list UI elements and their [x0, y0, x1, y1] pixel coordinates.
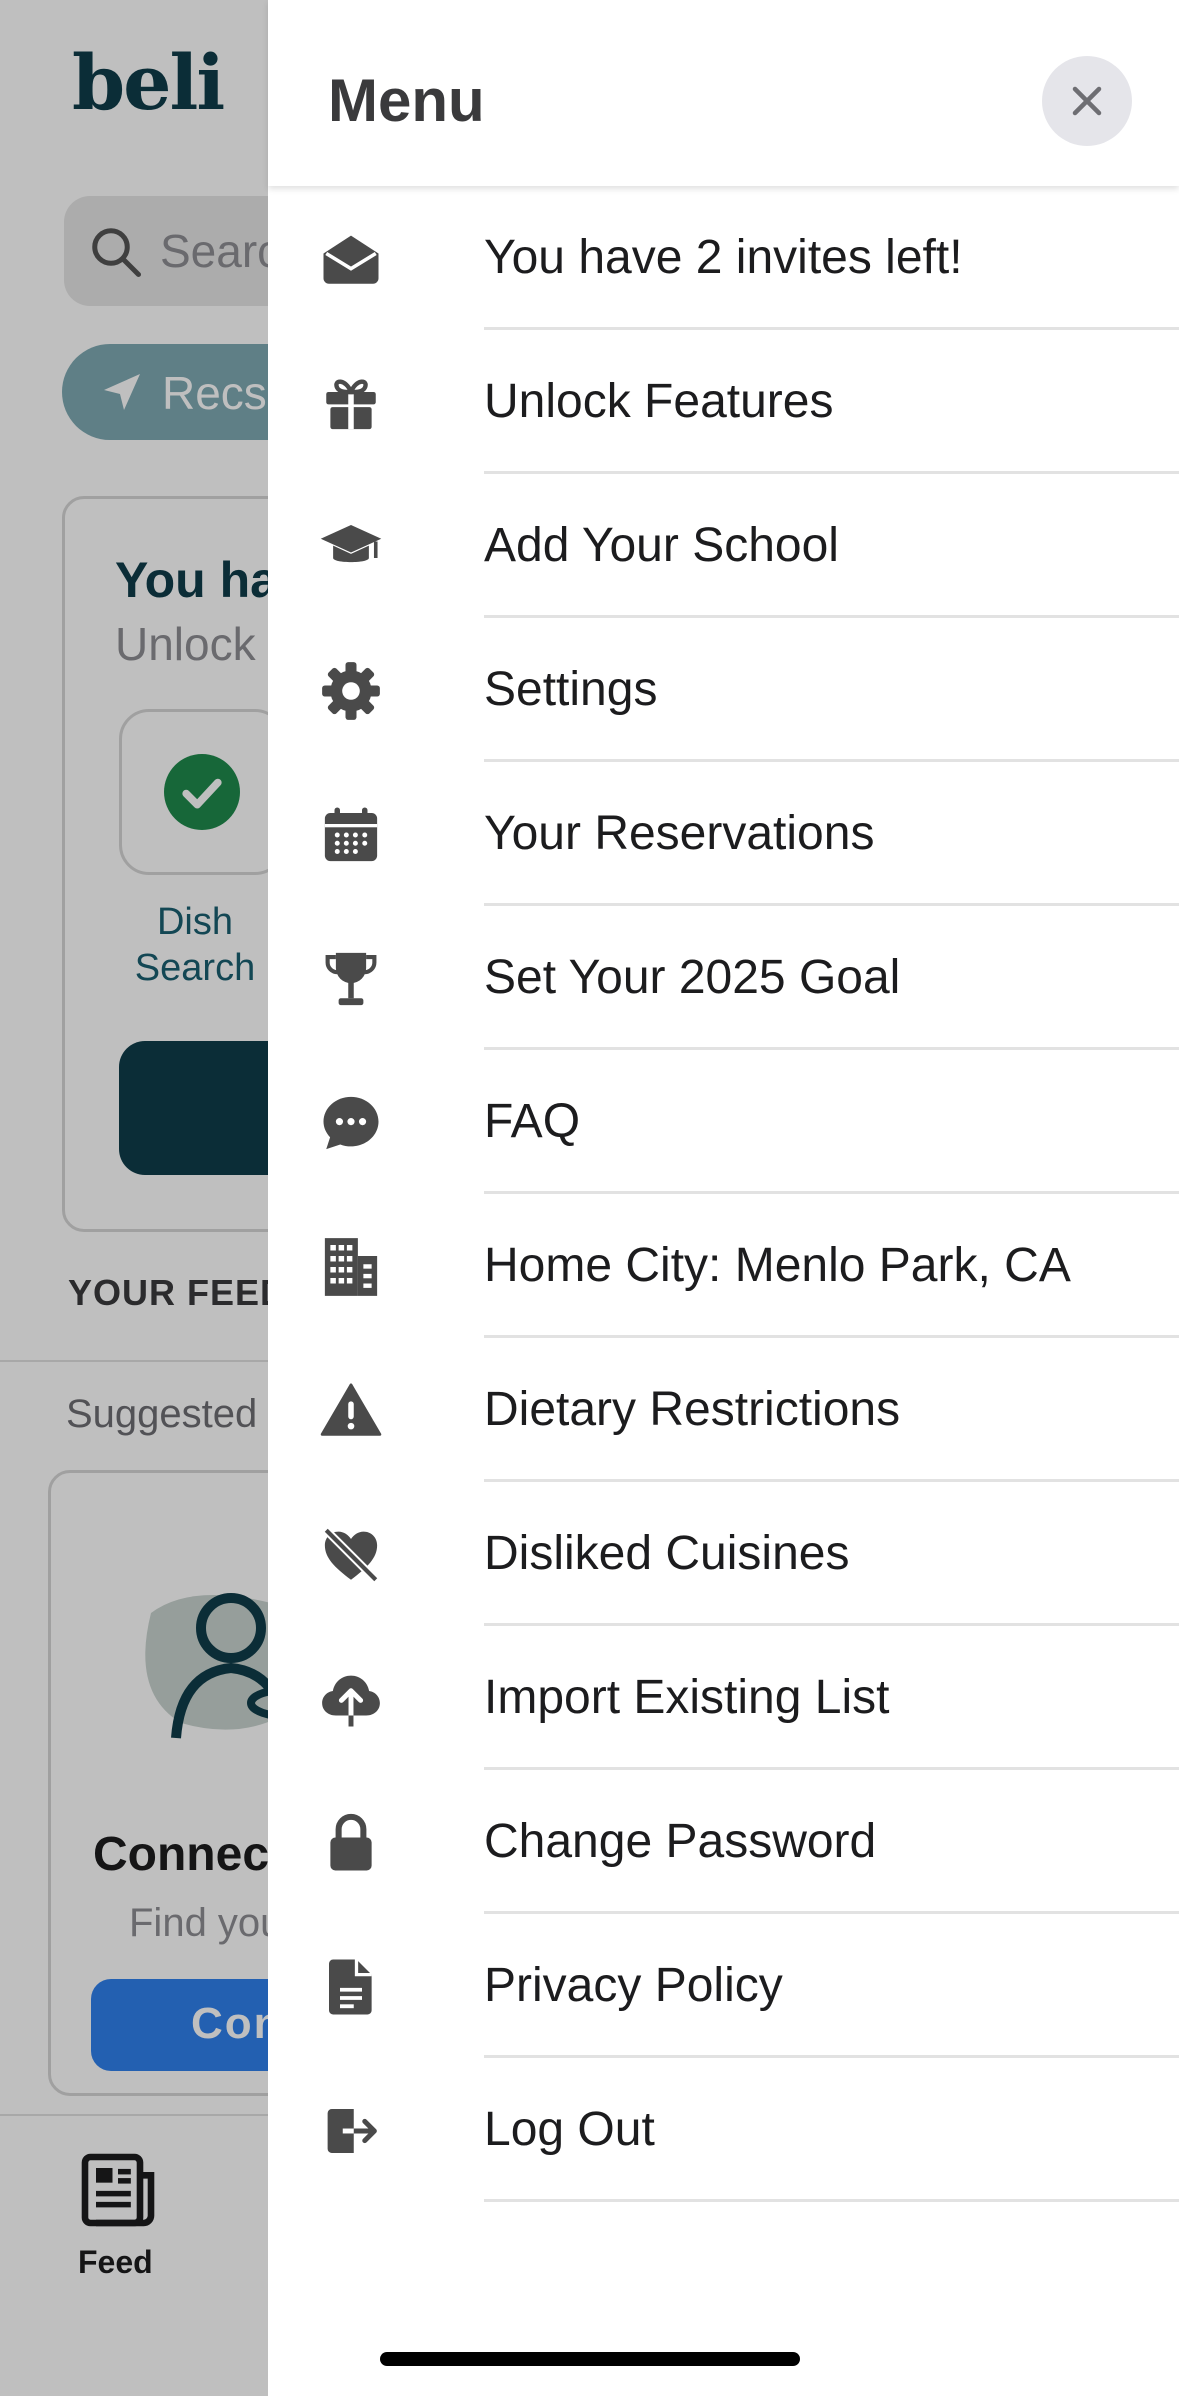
menu-item-label: Log Out — [484, 2103, 655, 2156]
cloud-upload-icon — [318, 1666, 384, 1732]
menu-divider — [484, 2199, 1179, 2202]
menu-item-label: Dietary Restrictions — [484, 1383, 901, 1436]
menu-item-disliked-cuisines[interactable]: Disliked Cuisines — [268, 1482, 1179, 1626]
calendar-icon — [318, 802, 384, 868]
menu-item-label: Your Reservations — [484, 807, 875, 860]
menu-item-label: Settings — [484, 663, 658, 716]
menu-item-label: Privacy Policy — [484, 1959, 783, 2012]
menu-item-label: Unlock Features — [484, 375, 834, 428]
drawer-title: Menu — [328, 67, 485, 134]
menu-item-label: You have 2 invites left! — [484, 231, 963, 284]
document-icon — [318, 1954, 384, 2020]
menu-item-dietary-restrictions[interactable]: Dietary Restrictions — [268, 1338, 1179, 1482]
menu-item-label: Import Existing List — [484, 1671, 890, 1724]
menu-item-import-list[interactable]: Import Existing List — [268, 1626, 1179, 1770]
close-button[interactable] — [1042, 56, 1132, 146]
menu-item-label: FAQ — [484, 1095, 581, 1148]
menu-item-reservations[interactable]: Your Reservations — [268, 762, 1179, 906]
logout-icon — [318, 2098, 384, 2164]
graduation-cap-icon — [318, 514, 384, 580]
building-icon — [318, 1234, 384, 1300]
menu-item-home-city[interactable]: Home City: Menlo Park, CA — [268, 1194, 1179, 1338]
menu-item-settings[interactable]: Settings — [268, 618, 1179, 762]
lock-icon — [318, 1810, 384, 1876]
heart-slash-icon — [318, 1522, 384, 1588]
gift-icon — [318, 370, 384, 436]
menu-item-faq[interactable]: FAQ — [268, 1050, 1179, 1194]
drawer-header: Menu — [268, 0, 1179, 186]
close-icon — [1072, 86, 1102, 116]
menu-item-label: Home City: Menlo Park, CA — [484, 1239, 1071, 1292]
menu-item-change-password[interactable]: Change Password — [268, 1770, 1179, 1914]
warning-icon — [318, 1378, 384, 1444]
menu-item-unlock-features[interactable]: Unlock Features — [268, 330, 1179, 474]
chat-bubble-icon — [318, 1090, 384, 1156]
menu-item-privacy-policy[interactable]: Privacy Policy — [268, 1914, 1179, 2058]
menu-item-label: Set Your 2025 Goal — [484, 951, 901, 1004]
gear-icon — [318, 658, 384, 724]
menu-item-label: Disliked Cuisines — [484, 1527, 850, 1580]
envelope-open-icon — [318, 226, 384, 292]
menu-item-set-goal[interactable]: Set Your 2025 Goal — [268, 906, 1179, 1050]
trophy-icon — [318, 946, 384, 1012]
menu-list: You have 2 invites left! Unlock Features… — [268, 186, 1179, 2202]
menu-item-log-out[interactable]: Log Out — [268, 2058, 1179, 2202]
menu-item-add-school[interactable]: Add Your School — [268, 474, 1179, 618]
menu-item-label: Change Password — [484, 1815, 877, 1868]
menu-drawer: Menu You have 2 invites left! Unlock Fea… — [268, 0, 1179, 2396]
menu-item-label: Add Your School — [484, 519, 839, 572]
menu-item-invites[interactable]: You have 2 invites left! — [268, 186, 1179, 330]
home-indicator[interactable] — [380, 2352, 800, 2366]
app-root: beli Search Recs You have Unlock Dish Se… — [0, 0, 1179, 2396]
